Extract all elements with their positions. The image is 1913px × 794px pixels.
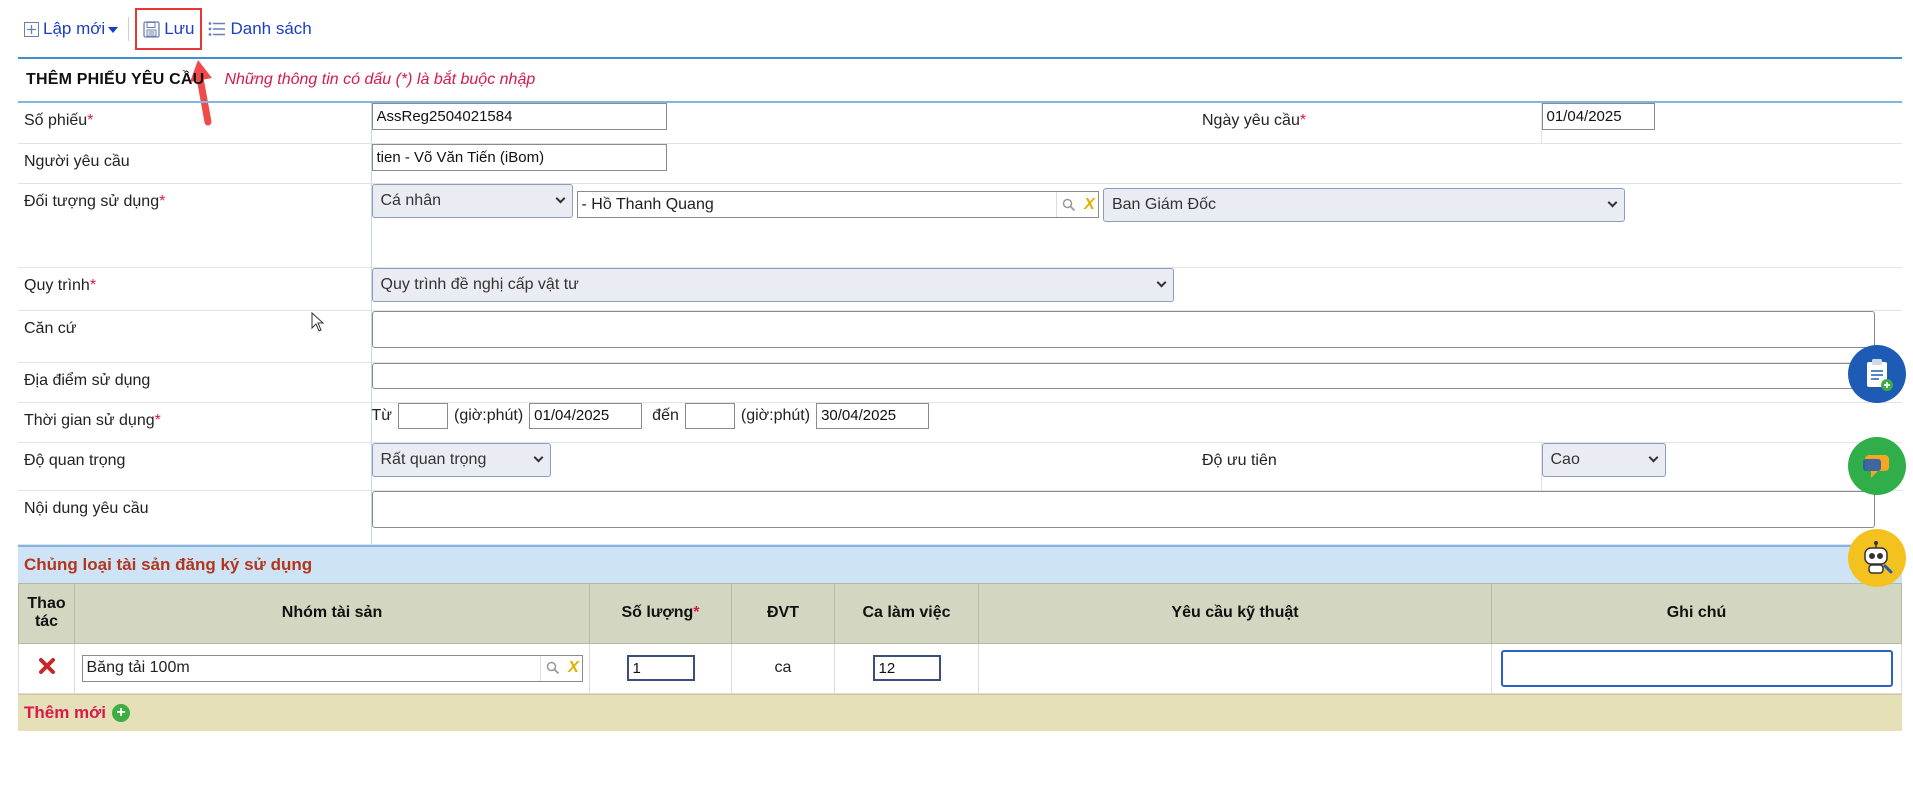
- new-button[interactable]: Lập mới: [18, 10, 124, 48]
- from-time-input[interactable]: [397, 402, 448, 429]
- clear-x-icon[interactable]: X: [1082, 196, 1098, 214]
- from-label: Từ: [371, 406, 392, 424]
- quy-trinh-label: Quy trình*: [18, 267, 372, 311]
- search-icon[interactable]: [539, 655, 566, 681]
- assets-table: Thao tác Nhóm tài sản Số lượng* ĐVT Ca l…: [18, 582, 1902, 694]
- to-label: đến: [652, 406, 679, 424]
- required-note: Những thông tin có dấu (*) là bắt buộc n…: [224, 71, 536, 88]
- chevron-down-icon: [1648, 452, 1658, 463]
- from-date-input[interactable]: [529, 402, 643, 429]
- department-select[interactable]: Ban Giám Đốc: [1102, 187, 1625, 222]
- col-tech-requirement: Yêu cầu kỹ thuật: [978, 582, 1492, 644]
- noi-dung-input[interactable]: [371, 490, 1875, 528]
- save-icon: [143, 20, 160, 38]
- assets-section-title: Chủng loại tài sản đăng ký sử dụng: [18, 544, 1902, 583]
- thoi-gian-label: Thời gian sử dụng*: [18, 402, 372, 443]
- do-uu-tien-select[interactable]: Cao: [1541, 442, 1666, 477]
- ngay-yeu-cau-input[interactable]: [1541, 103, 1655, 130]
- chevron-down-icon: [1607, 197, 1618, 208]
- search-icon[interactable]: [1055, 192, 1082, 217]
- request-form: THÊM PHIẾU YÊU CẦU Những thông tin có dấ…: [18, 57, 1902, 731]
- do-quan-trong-label: Độ quan trọng: [18, 442, 372, 491]
- delete-icon[interactable]: [38, 657, 56, 679]
- form-header: THÊM PHIẾU YÊU CẦU Những thông tin có dấ…: [18, 57, 1902, 103]
- chevron-down-icon: [533, 452, 543, 463]
- noi-dung-label: Nội dung yêu cầu: [18, 490, 372, 545]
- chevron-down-icon: [1156, 277, 1166, 288]
- col-action: Thao tác: [18, 582, 75, 644]
- col-note: Ghi chú: [1491, 582, 1902, 644]
- table-row: Băng tải 100m X ca: [18, 642, 1902, 694]
- time-hint-label: (giờ:phút): [740, 406, 811, 424]
- unit-cell: ca: [731, 642, 835, 694]
- list-icon: [208, 21, 226, 37]
- can-cu-input[interactable]: [371, 310, 1875, 348]
- toolbar: Lập mới Lưu Danh sách: [18, 8, 318, 50]
- col-shift: Ca làm việc: [834, 582, 979, 644]
- add-circle-icon: +: [112, 703, 130, 722]
- time-hint-label: (giờ:phút): [453, 406, 524, 424]
- save-button[interactable]: Lưu: [135, 8, 203, 50]
- do-quan-trong-select[interactable]: Rất quan trọng: [371, 442, 551, 477]
- col-unit: ĐVT: [731, 582, 835, 644]
- quy-trinh-select[interactable]: Quy trình đề nghị cấp vật tư: [371, 267, 1174, 302]
- add-new-label: Thêm mới: [24, 702, 106, 722]
- new-button-label: Lập mới: [43, 19, 106, 38]
- robot-icon[interactable]: [1848, 529, 1906, 587]
- ngay-yeu-cau-label: Ngày yêu cầu*: [1196, 103, 1542, 144]
- to-time-input[interactable]: [684, 402, 735, 429]
- plus-square-icon: [24, 21, 39, 37]
- do-uu-tien-label: Độ ưu tiên: [1196, 442, 1542, 491]
- to-date-input[interactable]: [816, 402, 930, 429]
- tech-requirement-cell: [978, 642, 1492, 694]
- note-input[interactable]: [1500, 649, 1893, 687]
- nguoi-yeu-cau-input[interactable]: [371, 143, 667, 171]
- nguoi-yeu-cau-label: Người yêu cầu: [18, 143, 372, 184]
- toolbar-divider: [128, 17, 130, 41]
- page-title: THÊM PHIẾU YÊU CẦU: [26, 71, 205, 88]
- so-phieu-label: Số phiếu*: [18, 103, 372, 144]
- person-lookup[interactable]: - Hồ Thanh Quang X: [576, 191, 1099, 218]
- quantity-input[interactable]: [626, 655, 695, 681]
- add-new-row-button[interactable]: Thêm mới +: [18, 693, 1902, 731]
- doi-tuong-type-select[interactable]: Cá nhân: [371, 183, 573, 218]
- chevron-down-icon[interactable]: [108, 27, 119, 33]
- asset-group-lookup[interactable]: Băng tải 100m X: [81, 654, 583, 682]
- doi-tuong-label: Đối tượng sử dụng*: [18, 183, 372, 268]
- col-quantity: Số lượng*: [589, 582, 732, 644]
- dia-diem-label: Địa điểm sử dụng: [18, 362, 372, 403]
- so-phieu-input[interactable]: [371, 103, 667, 130]
- list-button[interactable]: Danh sách: [202, 10, 317, 48]
- chat-icon[interactable]: [1848, 437, 1906, 495]
- shift-input[interactable]: [872, 655, 941, 681]
- save-button-label: Lưu: [164, 19, 195, 38]
- dia-diem-input[interactable]: [371, 362, 1875, 389]
- mouse-cursor-icon: [311, 312, 325, 332]
- clear-x-icon[interactable]: X: [566, 659, 582, 677]
- list-button-label: Danh sách: [230, 19, 312, 38]
- col-asset-group: Nhóm tài sản: [74, 582, 590, 644]
- form-table: Số phiếu* Ngày yêu cầu* Người yêu cầu Đố…: [18, 103, 1902, 545]
- clipboard-add-icon[interactable]: [1848, 345, 1906, 403]
- chevron-down-icon: [555, 193, 565, 204]
